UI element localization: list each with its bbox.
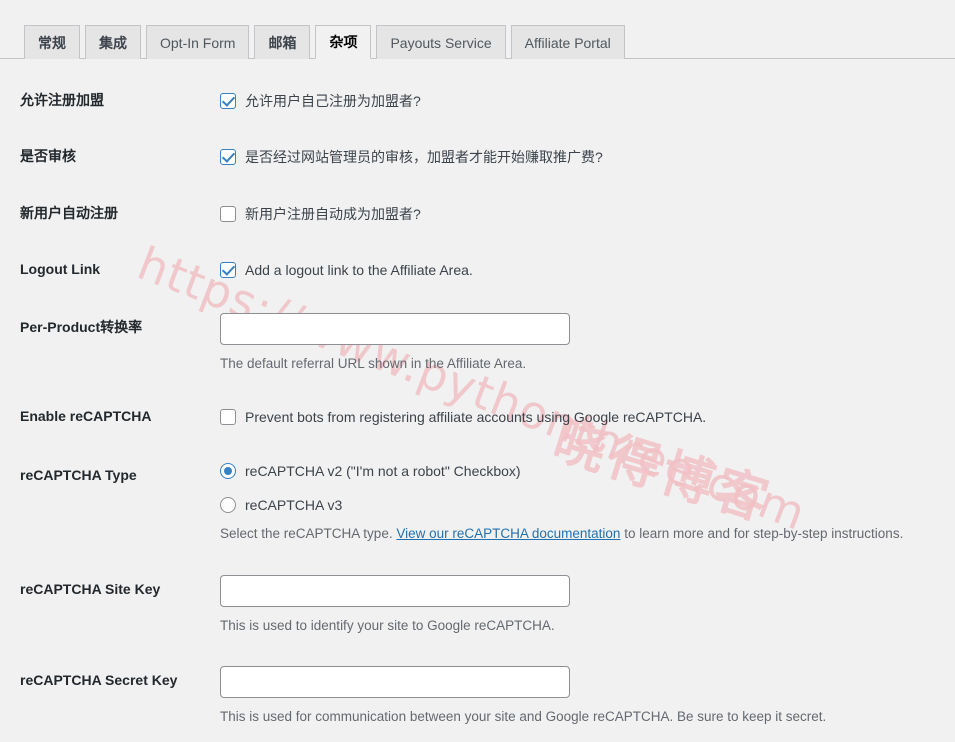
field-allow-registration: 允许用户自己注册为加盟者? — [220, 73, 955, 129]
row-require-approval: 是否审核 是否经过网站管理员的审核，加盟者才能开始赚取推广费? — [0, 129, 955, 185]
per-product-rate-input[interactable] — [220, 313, 570, 346]
row-logout-link: Logout Link Add a logout link to the Aff… — [0, 242, 955, 298]
row-allow-registration: 允许注册加盟 允许用户自己注册为加盟者? — [0, 73, 955, 129]
tab-general[interactable]: 常规 — [24, 25, 80, 59]
auto-register-control[interactable]: 新用户注册自动成为加盟者? — [220, 204, 945, 224]
settings-tab-bar: 常规 集成 Opt-In Form 邮箱 杂项 Payouts Service … — [0, 0, 955, 59]
label-allow-registration: 允许注册加盟 — [20, 92, 104, 108]
field-auto-register: 新用户注册自动成为加盟者? — [220, 186, 955, 242]
recaptcha-secret-key-description: This is used for communication between y… — [220, 708, 827, 724]
tab-emails[interactable]: 邮箱 — [254, 25, 311, 59]
enable-recaptcha-checkbox[interactable] — [220, 409, 236, 426]
recaptcha-type-description-after: to learn more and for step-by-step instr… — [620, 526, 904, 542]
label-per-product-rate: Per-Product转换率 — [20, 319, 143, 336]
auto-register-checkbox[interactable] — [220, 205, 236, 222]
auto-register-checkbox-label[interactable]: 新用户注册自动成为加盟者? — [245, 204, 421, 224]
allow-registration-control[interactable]: 允许用户自己注册为加盟者? — [220, 91, 945, 111]
per-product-rate-description: The default referral URL shown in the Af… — [220, 356, 527, 372]
tab-payouts-service[interactable]: Payouts Service — [376, 25, 506, 59]
row-recaptcha-secret-key: reCAPTCHA Secret Key This is used for co… — [0, 651, 955, 742]
field-logout-link: Add a logout link to the Affiliate Area. — [220, 242, 955, 298]
require-approval-control[interactable]: 是否经过网站管理员的审核，加盟者才能开始赚取推广费? — [220, 147, 945, 167]
label-recaptcha-secret-key: reCAPTCHA Secret Key — [20, 671, 178, 688]
tab-integrations[interactable]: 集成 — [85, 25, 141, 59]
recaptcha-v2-radio[interactable] — [220, 462, 236, 479]
logout-link-checkbox-label[interactable]: Add a logout link to the Affiliate Area. — [245, 260, 473, 280]
allow-registration-checkbox-label[interactable]: 允许用户自己注册为加盟者? — [245, 91, 421, 111]
row-per-product-rate: Per-Product转换率 The default referral URL … — [0, 298, 955, 389]
label-auto-register: 新用户自动注册 — [20, 204, 118, 221]
enable-recaptcha-control[interactable]: Prevent bots from registering affiliate … — [220, 407, 945, 427]
tab-affiliate-portal[interactable]: Affiliate Portal — [510, 25, 625, 59]
recaptcha-type-description: Select the reCAPTCHA type. View our reCA… — [220, 524, 945, 544]
label-logout-link: Logout Link — [20, 260, 101, 277]
allow-registration-checkbox[interactable] — [220, 93, 236, 109]
label-recaptcha-site-key: reCAPTCHA Site Key — [20, 580, 161, 597]
field-recaptcha-site-key: This is used to identify your site to Go… — [220, 560, 955, 651]
recaptcha-v3-label[interactable]: reCAPTCHA v3 — [245, 495, 342, 515]
field-recaptcha-type: reCAPTCHA v2 ("I'm not a robot" Checkbox… — [220, 446, 955, 560]
recaptcha-v2-label[interactable]: reCAPTCHA v2 ("I'm not a robot" Checkbox… — [245, 461, 521, 481]
enable-recaptcha-checkbox-label[interactable]: Prevent bots from registering affiliate … — [245, 407, 706, 427]
label-enable-recaptcha: Enable reCAPTCHA — [20, 408, 152, 425]
row-auto-register: 新用户自动注册 新用户注册自动成为加盟者? — [0, 186, 955, 242]
tab-misc[interactable]: 杂项 — [315, 25, 372, 59]
recaptcha-site-key-input[interactable] — [220, 574, 570, 607]
logout-link-checkbox[interactable] — [220, 261, 236, 278]
require-approval-checkbox-label[interactable]: 是否经过网站管理员的审核，加盟者才能开始赚取推广费? — [245, 147, 603, 167]
row-enable-recaptcha: Enable reCAPTCHA Prevent bots from regis… — [0, 389, 955, 445]
recaptcha-site-key-description: This is used to identify your site to Go… — [220, 617, 555, 633]
recaptcha-type-description-before: Select the reCAPTCHA type. — [220, 526, 397, 542]
label-require-approval: 是否审核 — [20, 148, 76, 165]
field-recaptcha-secret-key: This is used for communication between y… — [220, 651, 955, 742]
require-approval-checkbox[interactable] — [220, 149, 236, 166]
recaptcha-type-option-v2[interactable]: reCAPTCHA v2 ("I'm not a robot" Checkbox… — [220, 461, 945, 481]
misc-settings-form: 允许注册加盟 允许用户自己注册为加盟者? 是否审核 是否经过网站管理员的审核，加… — [0, 59, 955, 742]
field-require-approval: 是否经过网站管理员的审核，加盟者才能开始赚取推广费? — [220, 129, 955, 185]
logout-link-control[interactable]: Add a logout link to the Affiliate Area. — [220, 260, 945, 280]
tab-opt-in-form[interactable]: Opt-In Form — [146, 25, 250, 59]
recaptcha-secret-key-input[interactable] — [220, 665, 570, 698]
row-recaptcha-site-key: reCAPTCHA Site Key This is used to ident… — [0, 560, 955, 651]
label-recaptcha-type: reCAPTCHA Type — [20, 466, 137, 483]
row-recaptcha-type: reCAPTCHA Type reCAPTCHA v2 ("I'm not a … — [0, 446, 955, 560]
field-per-product-rate: The default referral URL shown in the Af… — [220, 298, 955, 389]
recaptcha-type-option-v3[interactable]: reCAPTCHA v3 — [220, 495, 945, 515]
field-enable-recaptcha: Prevent bots from registering affiliate … — [220, 389, 955, 445]
recaptcha-v3-radio[interactable] — [220, 497, 236, 514]
recaptcha-documentation-link[interactable]: View our reCAPTCHA documentation — [396, 526, 620, 541]
